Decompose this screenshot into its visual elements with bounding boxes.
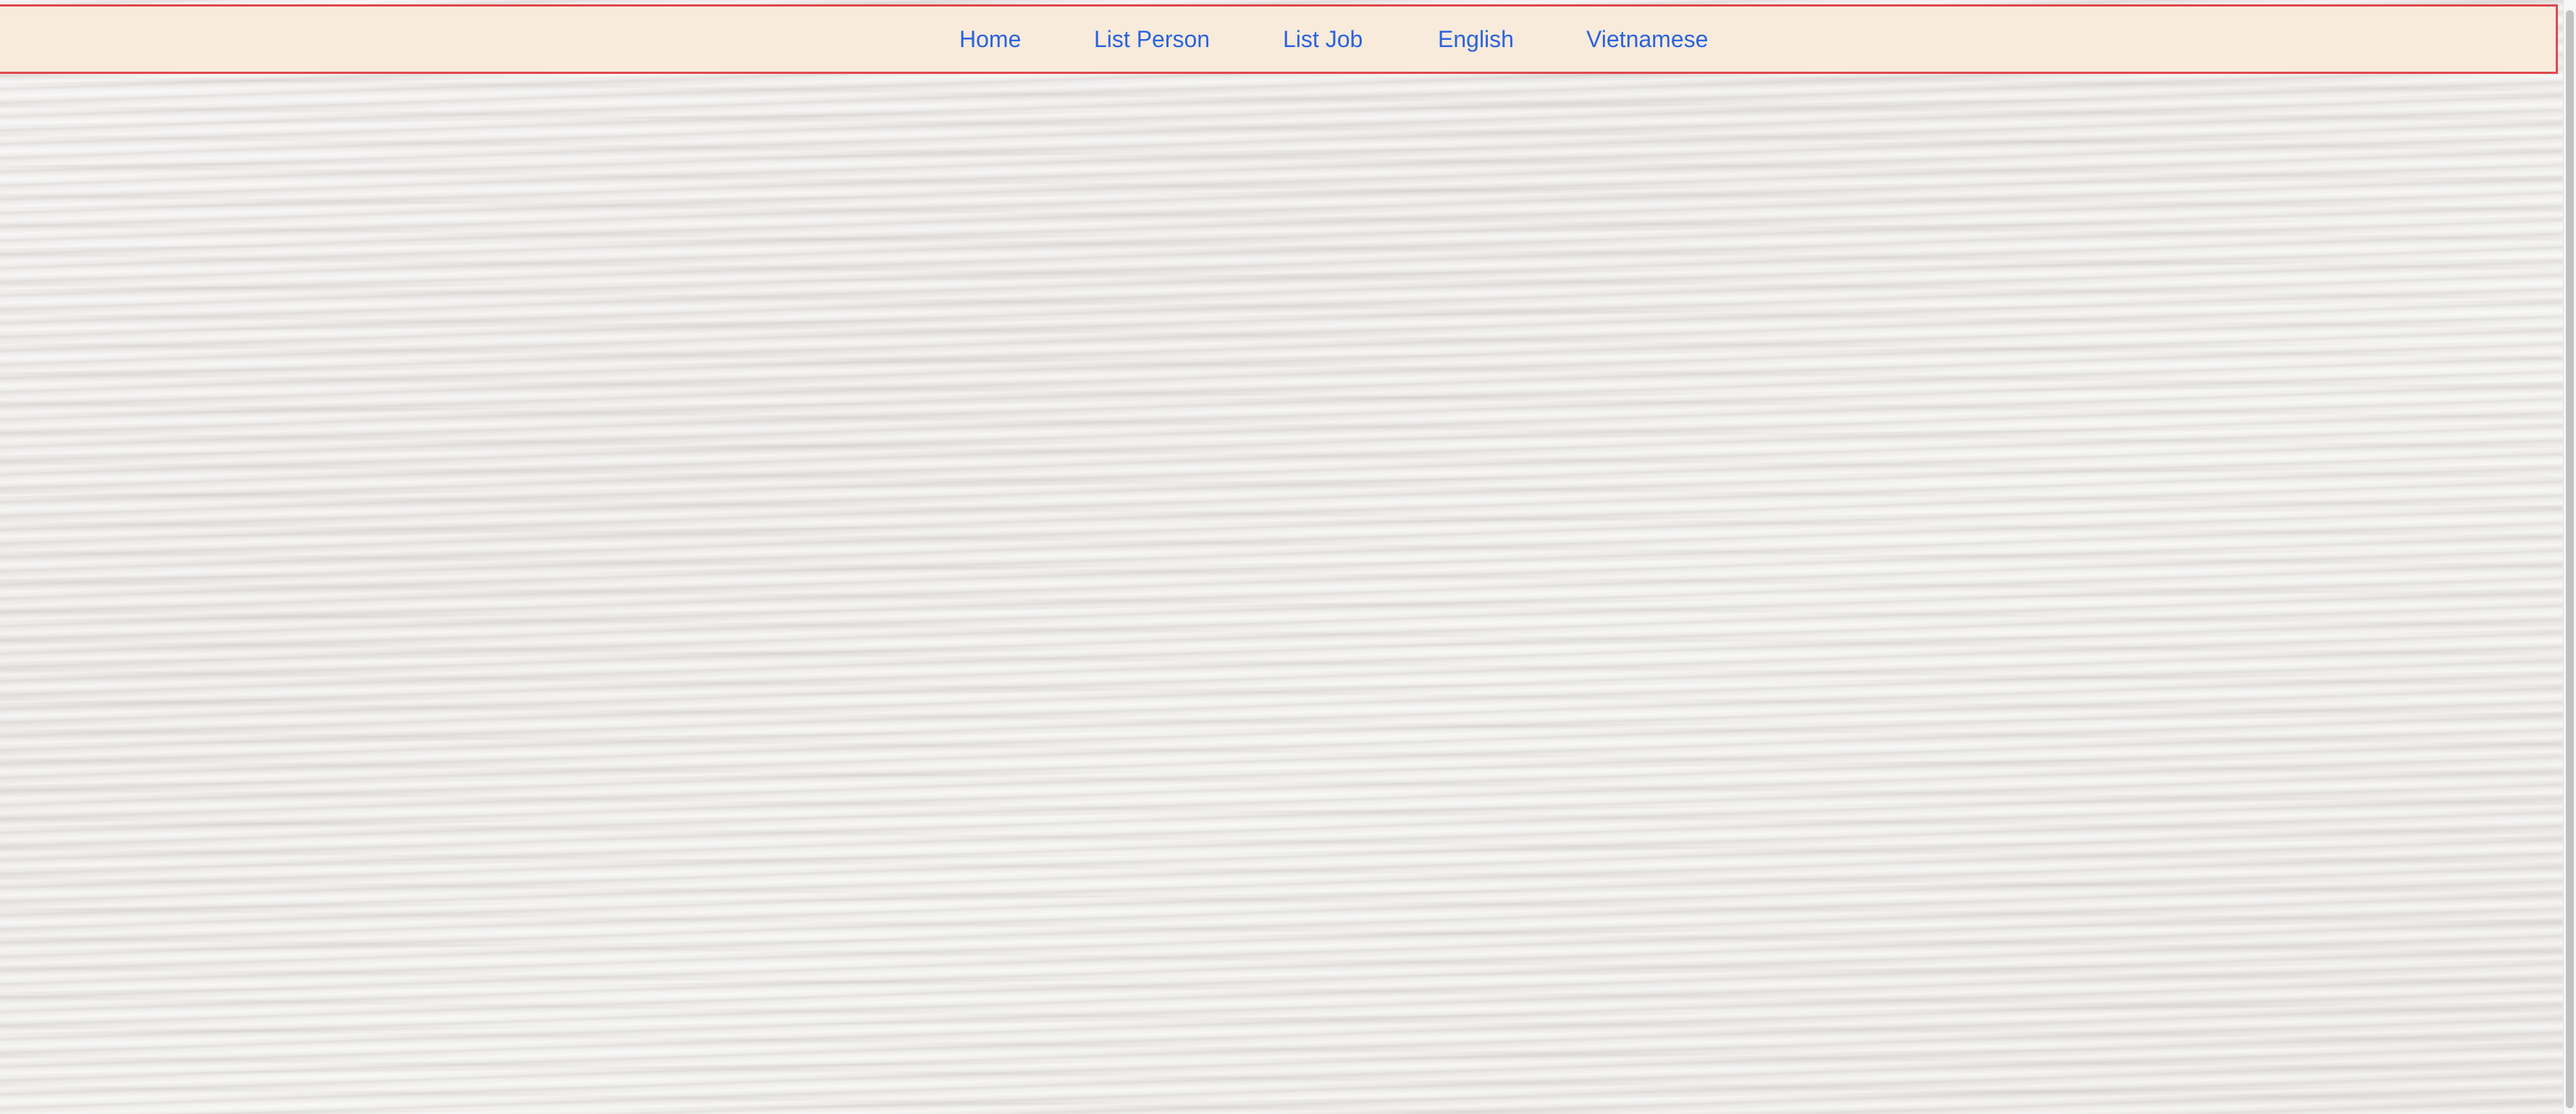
nav-link-list-person[interactable]: List Person [1094, 26, 1210, 53]
page-background: Home List Person List Job English Vietna… [0, 0, 2576, 1114]
nav-link-list-job[interactable]: List Job [1283, 26, 1363, 53]
nav-link-home[interactable]: Home [959, 26, 1021, 53]
nav-item-vietnamese: Vietnamese [1586, 7, 1708, 72]
nav-item-list-person: List Person [1094, 7, 1210, 72]
vertical-scrollbar[interactable] [2563, 0, 2576, 1114]
nav-link-english[interactable]: English [1438, 26, 1514, 53]
nav-item-english: English [1438, 7, 1514, 72]
nav-menu: Home List Person List Job English Vietna… [0, 7, 2556, 72]
nav-item-list-job: List Job [1283, 7, 1363, 72]
scrollbar-thumb[interactable] [2566, 10, 2574, 1108]
top-navbar: Home List Person List Job English Vietna… [0, 4, 2558, 74]
nav-item-home: Home [959, 7, 1021, 72]
nav-link-vietnamese[interactable]: Vietnamese [1586, 26, 1708, 53]
